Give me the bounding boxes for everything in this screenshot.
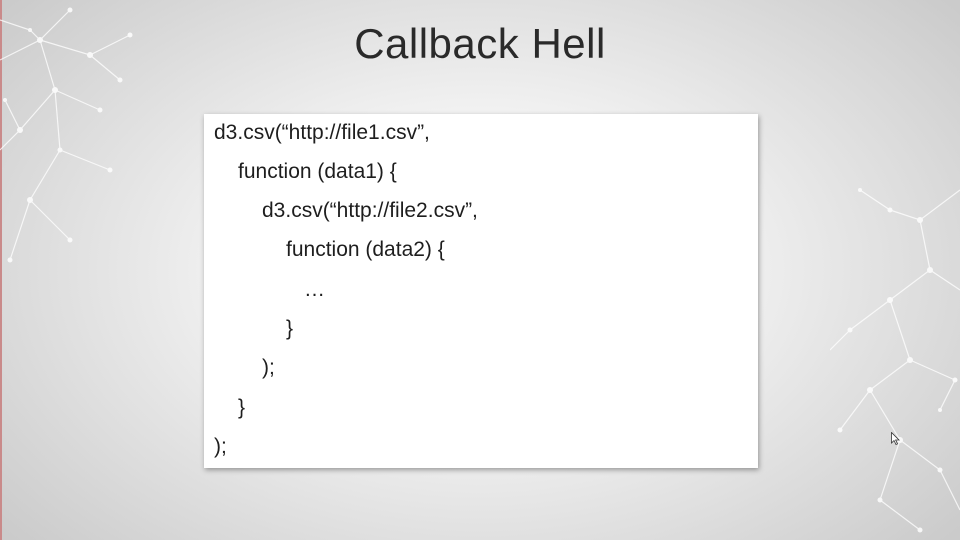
code-line-9: ); — [214, 435, 227, 458]
network-decoration-right-icon — [830, 188, 960, 533]
code-line-8: } — [238, 396, 246, 419]
code-line-3: d3.csv(“http://file2.csv”, — [262, 199, 478, 222]
code-line-4: function (data2) { — [286, 238, 445, 261]
code-line-1: d3.csv(“http://file1.csv”, — [214, 121, 430, 144]
code-line-2: function (data1) { — [238, 160, 397, 183]
mouse-pointer-icon — [891, 432, 900, 445]
code-line-7: ); — [262, 356, 275, 379]
slide-title: Callback Hell — [354, 20, 606, 67]
code-block: d3.csv(“http://file1.csv”, function (dat… — [204, 114, 758, 468]
code-line-5: … — [304, 278, 325, 301]
code-line-6: } — [286, 317, 294, 340]
